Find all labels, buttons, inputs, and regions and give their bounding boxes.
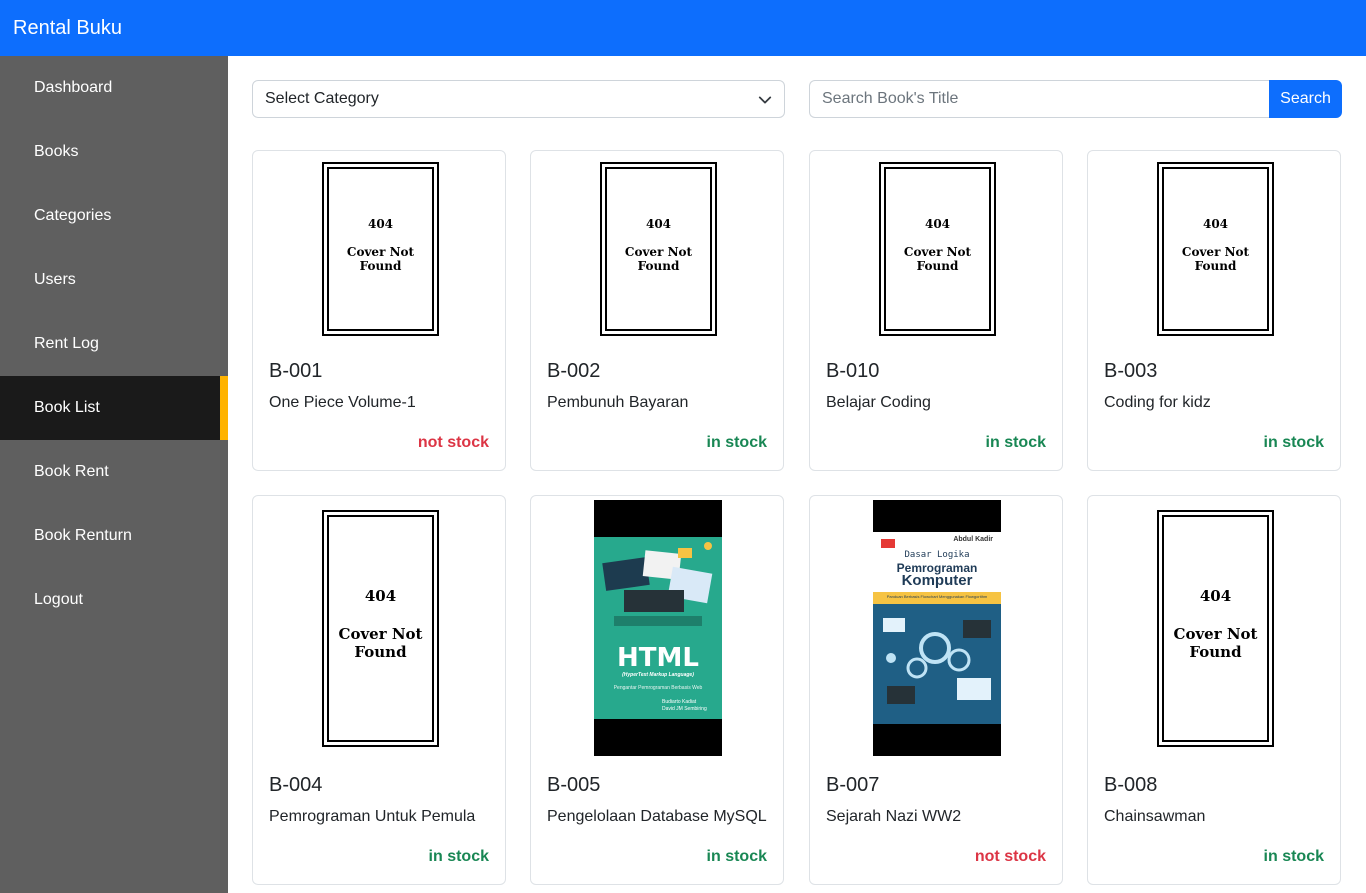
cover-not-found-image: 404 Cover Not Found <box>879 162 996 336</box>
cover-not-found-image: 404 Cover Not Found <box>1157 162 1274 336</box>
chevron-down-icon <box>758 96 772 104</box>
cover-not-found-image: 404 Cover Not Found <box>1157 510 1274 747</box>
book-code: B-005 <box>547 774 601 796</box>
book-code: B-008 <box>1104 774 1158 796</box>
stock-status: not stock <box>974 848 1046 865</box>
cover-not-found-image: 404 Cover Not Found <box>322 510 439 747</box>
sidebar-item-users[interactable]: Users <box>0 248 228 312</box>
stock-status: in stock <box>1263 848 1324 865</box>
book-card[interactable]: 404 Cover Not Found B-002 Pembunuh Bayar… <box>530 150 784 471</box>
book-card[interactable]: 404 Cover Not Found B-010 Belajar Coding… <box>809 150 1063 471</box>
sidebar-item-book-rent[interactable]: Book Rent <box>0 440 228 504</box>
book-card[interactable]: 404 Cover Not Found B-008 Chainsawman in… <box>1087 495 1341 885</box>
book-card[interactable]: 404 Cover Not Found B-003 Coding for kid… <box>1087 150 1341 471</box>
sidebar: Dashboard Books Categories Users Rent Lo… <box>0 56 228 893</box>
book-title: Pengelolaan Database MySQL <box>547 808 767 825</box>
brand-title[interactable]: Rental Buku <box>13 16 122 40</box>
book-card[interactable]: HTML (HyperText Markup Language) Pengant… <box>530 495 784 885</box>
book-code: B-004 <box>269 774 323 796</box>
book-code: B-003 <box>1104 360 1158 382</box>
book-title: Belajar Coding <box>826 394 931 411</box>
book-card[interactable]: 404 Cover Not Found B-004 Pemrograman Un… <box>252 495 506 885</box>
book-code: B-002 <box>547 360 601 382</box>
book-cover-html: HTML (HyperText Markup Language) Pengant… <box>594 500 722 756</box>
sidebar-item-books[interactable]: Books <box>0 120 228 184</box>
category-select[interactable]: Select Category <box>252 80 785 118</box>
sidebar-item-categories[interactable]: Categories <box>0 184 228 248</box>
sidebar-item-rent-log[interactable]: Rent Log <box>0 312 228 376</box>
book-title: Chainsawman <box>1104 808 1206 825</box>
book-title: Pemrograman Untuk Pemula <box>269 808 476 825</box>
book-title: One Piece Volume-1 <box>269 394 416 411</box>
stock-status: in stock <box>706 434 767 451</box>
sidebar-item-logout[interactable]: Logout <box>0 568 228 632</box>
stock-status: in stock <box>985 434 1046 451</box>
stock-status: in stock <box>706 848 767 865</box>
book-card[interactable]: 404 Cover Not Found B-001 One Piece Volu… <box>252 150 506 471</box>
cover-not-found-image: 404 Cover Not Found <box>600 162 717 336</box>
stock-status: in stock <box>428 848 489 865</box>
category-select-value: Select Category <box>265 90 379 107</box>
sidebar-item-book-list[interactable]: Book List <box>0 376 228 440</box>
cover-not-found-image: 404 Cover Not Found <box>322 162 439 336</box>
cover-html-big: HTML <box>617 643 699 673</box>
stock-status: in stock <box>1263 434 1324 451</box>
stock-status: not stock <box>417 434 489 451</box>
search-input[interactable] <box>809 80 1270 118</box>
book-cover-komputer: Abdul Kadir Dasar Logika Pemrograman Kom… <box>873 500 1001 756</box>
book-title: Sejarah Nazi WW2 <box>826 808 962 825</box>
main-content: Select Category Search 404 Cover Not Fou… <box>228 56 1366 893</box>
top-navbar: Rental Buku <box>0 0 1366 56</box>
book-title: Pembunuh Bayaran <box>547 394 689 411</box>
book-code: B-001 <box>269 360 323 382</box>
sidebar-item-dashboard[interactable]: Dashboard <box>0 56 228 120</box>
search-button[interactable]: Search <box>1269 80 1342 118</box>
html-cover-art <box>594 500 722 756</box>
sidebar-item-book-return[interactable]: Book Renturn <box>0 504 228 568</box>
book-title: Coding for kidz <box>1104 394 1211 411</box>
book-code: B-010 <box>826 360 880 382</box>
book-card[interactable]: Abdul Kadir Dasar Logika Pemrograman Kom… <box>809 495 1063 885</box>
book-code: B-007 <box>826 774 880 796</box>
